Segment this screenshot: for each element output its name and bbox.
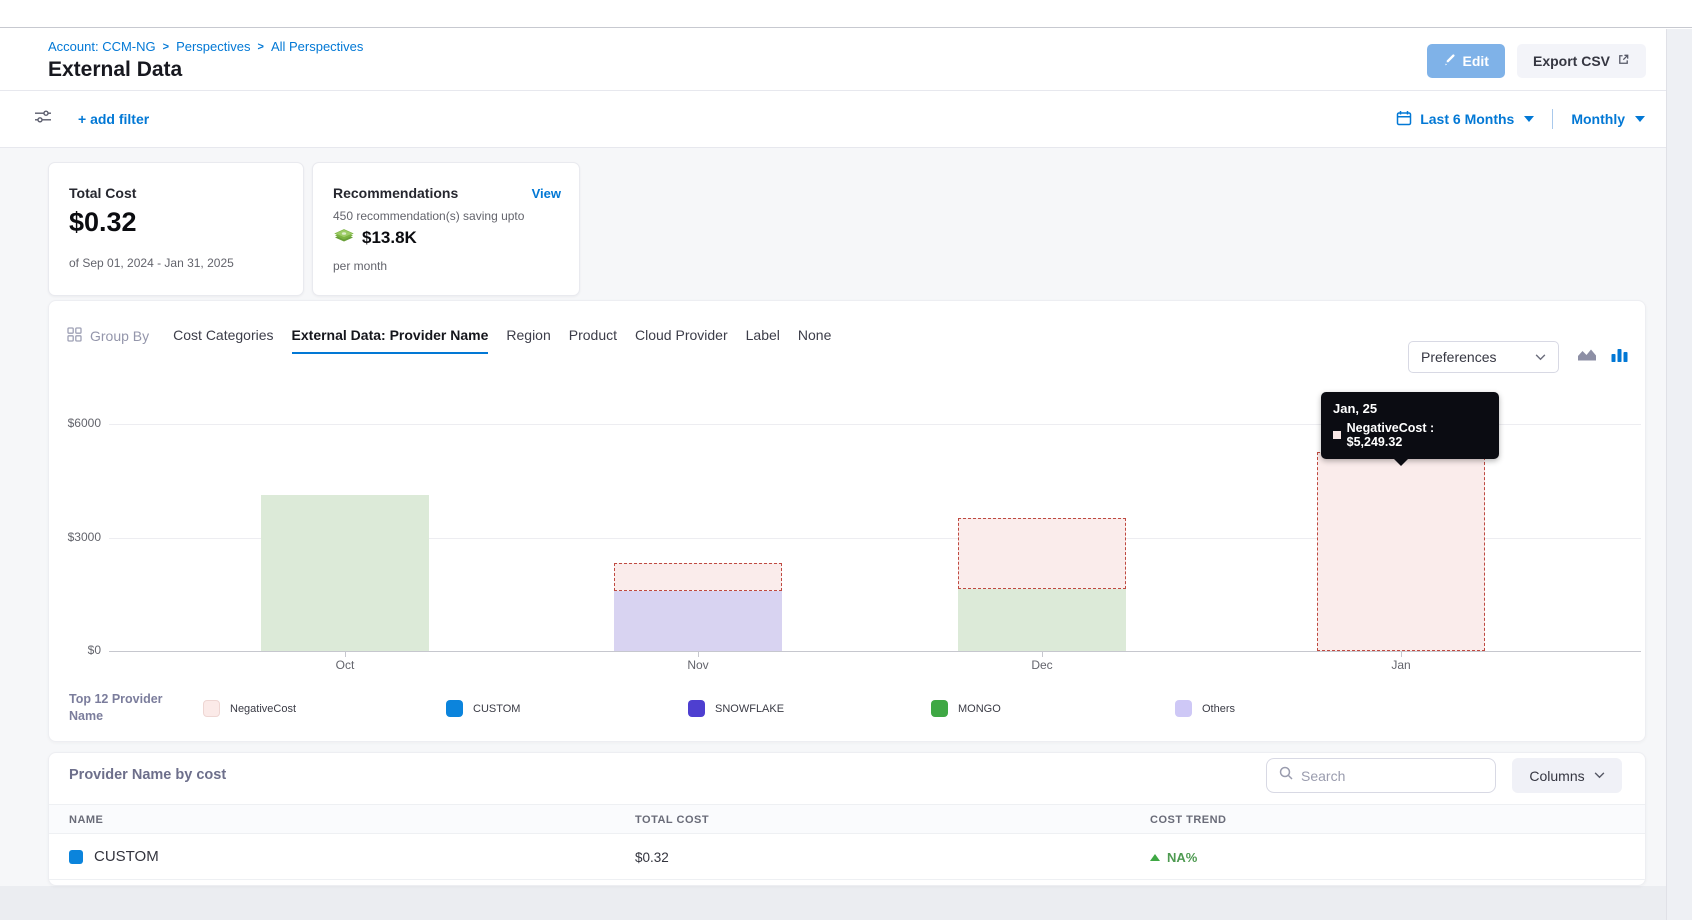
legend-swatch — [446, 700, 463, 717]
legend-swatch — [931, 700, 948, 717]
calendar-icon — [1396, 110, 1412, 129]
bar-segment-negativecost-jan[interactable] — [1317, 452, 1485, 651]
legend-label: Others — [1202, 703, 1235, 715]
trend-up-icon — [1150, 854, 1160, 861]
chevron-down-icon[interactable] — [1635, 116, 1645, 122]
legend-label: SNOWFLAKE — [715, 703, 784, 715]
header-actions: Edit Export CSV — [1427, 44, 1646, 78]
total-cost-value: $0.32 — [69, 207, 137, 238]
provider-name: CUSTOM — [94, 848, 159, 865]
table-row[interactable]: CUSTOM $0.32 NA% — [49, 834, 1646, 880]
x-axis-tick — [345, 651, 346, 657]
column-header-name[interactable]: NAME — [69, 814, 103, 826]
legend-item-mongo[interactable]: MONGO — [931, 700, 1001, 717]
granularity-dropdown[interactable]: Monthly — [1571, 111, 1625, 127]
breadcrumb-link[interactable]: Account: CCM-NG — [48, 39, 156, 54]
legend-swatch — [203, 700, 220, 717]
columns-button[interactable]: Columns — [1512, 758, 1622, 793]
tooltip-value: NegativeCost : $5,249.32 — [1347, 421, 1487, 449]
table-header-row: NAME TOTAL COST COST TREND — [49, 804, 1646, 834]
savings-amount: $13.8K — [362, 228, 417, 248]
bar-segment-mongo-dec[interactable] — [958, 589, 1126, 651]
tooltip-title: Jan, 25 — [1333, 401, 1487, 416]
table-title: Provider Name by cost — [69, 767, 226, 783]
y-axis-label: $3000 — [49, 530, 101, 544]
legend-title: Top 12 Provider Name — [69, 691, 181, 725]
next-row-peek — [0, 886, 1666, 920]
tooltip-pointer — [1393, 458, 1409, 466]
export-csv-button[interactable]: Export CSV — [1517, 44, 1646, 78]
x-axis-label: Dec — [1002, 658, 1082, 672]
column-header-total-cost[interactable]: TOTAL COST — [635, 814, 709, 826]
bar-segment-mongo-oct[interactable] — [261, 495, 429, 651]
x-axis-label: Oct — [305, 658, 385, 672]
bar-segment-negativecost-nov[interactable] — [614, 563, 782, 591]
browser-top-strip — [0, 0, 1692, 28]
pencil-icon — [1443, 53, 1456, 69]
stacked-bar-chart: $0 $3000 $6000 Oct Nov Dec Jan — [49, 301, 1647, 743]
legend-item-negativecost[interactable]: NegativeCost — [203, 700, 296, 717]
divider — [1552, 109, 1553, 129]
search-icon — [1279, 766, 1293, 785]
recommendations-line2: per month — [333, 259, 387, 273]
total-cost-label: Total Cost — [69, 185, 136, 201]
x-axis-tick — [1401, 651, 1402, 657]
time-range-dropdown[interactable]: Last 6 Months — [1420, 111, 1514, 127]
page-header: Account: CCM-NG > Perspectives > All Perspec… — [0, 29, 1666, 90]
recommendations-card: Recommendations View 450 recommendation(… — [312, 162, 580, 296]
recommendations-label: Recommendations — [333, 185, 458, 201]
breadcrumb-separator: > — [258, 41, 264, 53]
filter-bar: + add filter Last 6 Months Monthly — [0, 90, 1666, 148]
collapsed-right-rail[interactable] — [1666, 29, 1692, 920]
breadcrumb-link[interactable]: All Perspectives — [271, 39, 363, 54]
breadcrumb: Account: CCM-NG > Perspectives > All Perspec… — [48, 39, 363, 54]
chart-panel: Group By Cost CategoriesExternal Data: P… — [48, 300, 1646, 742]
bar-segment-others-nov[interactable] — [614, 591, 782, 651]
x-axis-tick — [698, 651, 699, 657]
table-panel: Provider Name by cost Columns NAME TOTAL… — [48, 752, 1646, 886]
table-search[interactable] — [1266, 758, 1496, 793]
legend-label: CUSTOM — [473, 703, 520, 715]
provider-color-swatch — [69, 850, 83, 864]
view-recommendations-link[interactable]: View — [532, 186, 561, 201]
chart-tooltip: Jan, 25 NegativeCost : $5,249.32 — [1321, 392, 1499, 459]
legend-item-snowflake[interactable]: SNOWFLAKE — [688, 700, 784, 717]
row-total-cost: $0.32 — [635, 850, 669, 865]
legend-label: MONGO — [958, 703, 1001, 715]
edit-button[interactable]: Edit — [1427, 44, 1505, 78]
x-axis-label: Nov — [658, 658, 738, 672]
chevron-down-icon — [1594, 772, 1605, 779]
total-cost-period: of Sep 01, 2024 - Jan 31, 2025 — [69, 256, 234, 270]
filter-sliders-icon[interactable] — [34, 109, 52, 129]
total-cost-card: Total Cost $0.32 of Sep 01, 2024 - Jan 3… — [48, 162, 304, 296]
add-filter-button[interactable]: + add filter — [78, 111, 149, 127]
gridline — [109, 651, 1641, 652]
tooltip-series-swatch — [1333, 431, 1341, 439]
x-axis-label: Jan — [1361, 658, 1441, 672]
chevron-down-icon[interactable] — [1524, 116, 1534, 122]
column-header-cost-trend[interactable]: COST TREND — [1150, 814, 1227, 826]
search-input[interactable] — [1301, 768, 1471, 784]
legend-swatch — [688, 700, 705, 717]
bar-segment-negativecost-dec[interactable] — [958, 518, 1126, 589]
legend-item-custom[interactable]: CUSTOM — [446, 700, 520, 717]
money-icon — [333, 227, 355, 249]
y-axis-label: $6000 — [49, 416, 101, 430]
y-axis-label: $0 — [49, 643, 101, 657]
external-link-icon — [1617, 53, 1630, 69]
breadcrumb-separator: > — [163, 41, 169, 53]
page-title: External Data — [48, 58, 182, 82]
breadcrumb-link[interactable]: Perspectives — [176, 39, 250, 54]
legend-label: NegativeCost — [230, 703, 296, 715]
legend-swatch — [1175, 700, 1192, 717]
recommendations-line1: 450 recommendation(s) saving upto — [333, 209, 524, 223]
legend-item-others[interactable]: Others — [1175, 700, 1235, 717]
trend-value: NA% — [1167, 850, 1197, 865]
x-axis-tick — [1042, 651, 1043, 657]
